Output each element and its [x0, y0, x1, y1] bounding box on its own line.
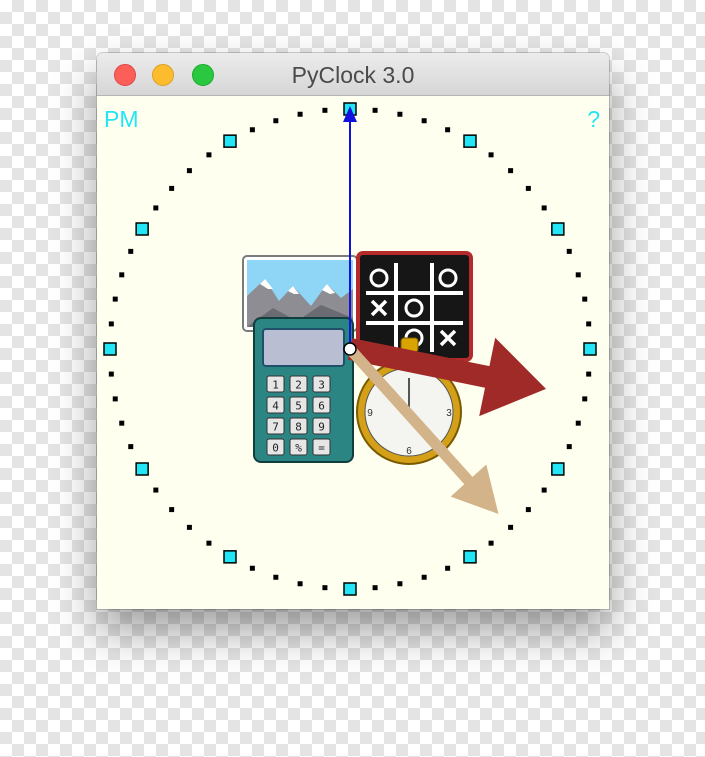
- minute-marker: [397, 111, 403, 117]
- minute-marker: [566, 248, 572, 254]
- minute-marker: [508, 524, 514, 530]
- hour-marker: [583, 342, 597, 356]
- minute-marker: [541, 487, 547, 493]
- minute-marker: [586, 371, 592, 377]
- svg-text:3: 3: [446, 408, 452, 419]
- calculator-icon: 1 2 3 4 5 6 7 8 9 0% =: [253, 317, 354, 463]
- minute-marker: [297, 111, 303, 117]
- minute-marker: [108, 371, 114, 377]
- minute-marker: [397, 581, 403, 587]
- hour-marker: [103, 342, 117, 356]
- minute-marker: [169, 507, 175, 513]
- minute-marker: [322, 107, 328, 113]
- calculator-key-label: 2: [295, 379, 302, 392]
- calculator-key-label: 1: [272, 379, 279, 392]
- calculator-key-label: 6: [318, 400, 325, 413]
- svg-text:9: 9: [367, 408, 373, 419]
- title-bar[interactable]: PyClock 3.0: [97, 53, 609, 96]
- minute-marker: [322, 585, 328, 591]
- window-title: PyClock 3.0: [291, 62, 415, 88]
- minute-marker: [112, 396, 118, 402]
- minute-marker: [108, 321, 114, 327]
- minute-marker: [488, 152, 494, 158]
- minute-marker: [186, 168, 192, 174]
- hour-marker: [135, 462, 149, 476]
- minute-marker: [445, 127, 451, 133]
- minute-marker: [186, 524, 192, 530]
- minute-marker: [128, 248, 134, 254]
- calculator-key-label: 3: [318, 379, 325, 392]
- svg-text:6: 6: [406, 446, 412, 457]
- minute-marker: [206, 152, 212, 158]
- minute-marker: [582, 396, 588, 402]
- calculator-key-label: 7: [272, 421, 279, 434]
- minute-marker: [169, 185, 175, 191]
- calculator-key-label: 8: [295, 421, 302, 434]
- help-button[interactable]: ?: [587, 106, 600, 133]
- minute-marker: [249, 127, 255, 133]
- minute-marker: [249, 565, 255, 571]
- clock-canvas: 3 6 9 1 2 34 5 67 8 90% =: [103, 102, 597, 596]
- minute-marker: [153, 487, 159, 493]
- minute-marker: [112, 296, 118, 302]
- center-pin: [343, 342, 357, 356]
- calculator-key-label: %: [295, 442, 302, 455]
- minute-marker: [566, 444, 572, 450]
- minute-marker: [541, 205, 547, 211]
- minute-marker: [206, 540, 212, 546]
- minute-marker: [488, 540, 494, 546]
- hour-marker: [343, 582, 357, 596]
- minute-marker: [273, 574, 279, 580]
- minute-marker: [508, 168, 514, 174]
- minute-marker: [525, 507, 531, 513]
- calculator-key-label: =: [318, 442, 325, 455]
- hour-marker: [223, 134, 237, 148]
- hour-marker: [551, 462, 565, 476]
- hour-marker: [551, 222, 565, 236]
- minute-marker: [445, 565, 451, 571]
- calculator-key-label: 9: [318, 421, 325, 434]
- calculator-key-label: 5: [295, 400, 302, 413]
- minute-marker: [575, 420, 581, 426]
- minute-marker: [421, 118, 427, 124]
- minute-marker: [372, 107, 378, 113]
- minute-marker: [582, 296, 588, 302]
- clock-face[interactable]: 3 6 9 1 2 3 4 5 6 7 8 9 0% = PM ?: [97, 96, 609, 609]
- minute-marker: [128, 444, 134, 450]
- hour-marker: [463, 134, 477, 148]
- hour-marker: [223, 550, 237, 564]
- minute-marker: [153, 205, 159, 211]
- calculator-key-label: 0: [272, 442, 279, 455]
- app-window: PyClock 3.0 3 6 9 1 2 3 4 5 6 7 8 9 0 % …: [97, 53, 609, 609]
- minute-marker: [297, 581, 303, 587]
- minute-marker: [525, 185, 531, 191]
- calculator-key-label: 4: [272, 400, 279, 413]
- minute-marker: [421, 574, 427, 580]
- minute-marker: [372, 585, 378, 591]
- hour-marker: [463, 550, 477, 564]
- minute-marker: [119, 272, 125, 278]
- ampm-label: PM: [104, 106, 139, 132]
- hour-marker: [135, 222, 149, 236]
- minute-marker: [575, 272, 581, 278]
- minute-marker: [586, 321, 592, 327]
- minute-marker: [273, 118, 279, 124]
- minute-marker: [119, 420, 125, 426]
